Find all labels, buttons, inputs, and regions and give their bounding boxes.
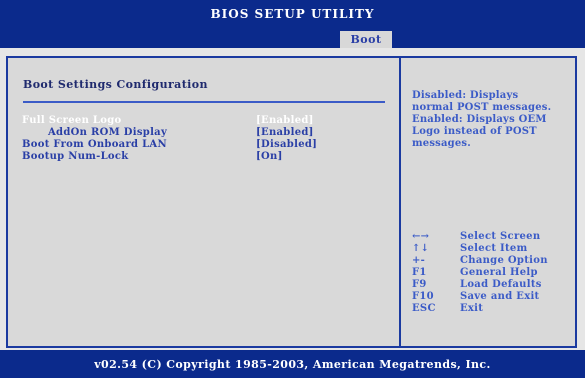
tab-strip: Boot: [0, 28, 585, 48]
key-label: F1: [412, 267, 427, 278]
help-text: Disabled: Displays normal POST messages.…: [412, 90, 572, 150]
key-desc: Save and Exit: [460, 291, 540, 302]
key-desc: Select Screen: [460, 231, 541, 242]
key-label: +-: [412, 255, 426, 266]
tab-boot[interactable]: Boot: [340, 31, 392, 48]
title-bar: BIOS SETUP UTILITY: [0, 0, 585, 28]
key-row-change-option: +- Change Option: [412, 255, 572, 267]
option-value-full-screen-logo[interactable]: [Enabled]: [256, 115, 314, 126]
key-label: ESC: [412, 303, 436, 314]
help-line: normal POST messages.: [412, 102, 552, 113]
option-label-addon-rom-display[interactable]: AddOn ROM Display: [48, 127, 167, 138]
key-desc: Exit: [460, 303, 484, 314]
up-down-arrows-icon: ↑↓: [412, 243, 430, 254]
pane-divider: [399, 58, 401, 346]
option-label-boot-from-onboard-lan[interactable]: Boot From Onboard LAN: [22, 139, 167, 150]
option-value-boot-from-onboard-lan[interactable]: [Disabled]: [256, 139, 317, 150]
left-right-arrows-icon: ←→: [412, 231, 430, 242]
key-row-select-screen: ←→ Select Screen: [412, 231, 572, 243]
key-legend: ←→ Select Screen ↑↓ Select Item +- Chang…: [412, 231, 572, 315]
option-value-addon-rom-display[interactable]: [Enabled]: [256, 127, 314, 138]
key-desc: Change Option: [460, 255, 548, 266]
key-row-load-defaults: F9 Load Defaults: [412, 279, 572, 291]
key-desc: Load Defaults: [460, 279, 542, 290]
key-row-select-item: ↑↓ Select Item: [412, 243, 572, 255]
key-row-exit: ESC Exit: [412, 303, 572, 315]
option-label-full-screen-logo[interactable]: Full Screen Logo: [22, 115, 122, 126]
option-label-bootup-num-lock[interactable]: Bootup Num-Lock: [22, 151, 129, 162]
footer-bar: v02.54 (C) Copyright 1985-2003, American…: [0, 350, 585, 378]
app-title: BIOS SETUP UTILITY: [210, 7, 375, 21]
copyright-text: v02.54 (C) Copyright 1985-2003, American…: [94, 358, 491, 371]
main-frame: Boot Settings Configuration Full Screen …: [6, 56, 577, 348]
help-line: Enabled: Displays OEM: [412, 114, 547, 125]
key-row-save-exit: F10 Save and Exit: [412, 291, 572, 303]
key-label: F10: [412, 291, 434, 302]
key-label: F9: [412, 279, 427, 290]
section-title: Boot Settings Configuration: [23, 78, 208, 91]
help-line: messages.: [412, 138, 471, 149]
key-row-general-help: F1 General Help: [412, 267, 572, 279]
key-desc: Select Item: [460, 243, 528, 254]
section-divider: [23, 101, 385, 103]
bios-screen: BIOS SETUP UTILITY Boot Boot Settings Co…: [0, 0, 585, 378]
key-desc: General Help: [460, 267, 538, 278]
option-value-bootup-num-lock[interactable]: [On]: [256, 151, 283, 162]
help-line: Disabled: Displays: [412, 90, 519, 101]
help-line: Logo instead of POST: [412, 126, 537, 137]
